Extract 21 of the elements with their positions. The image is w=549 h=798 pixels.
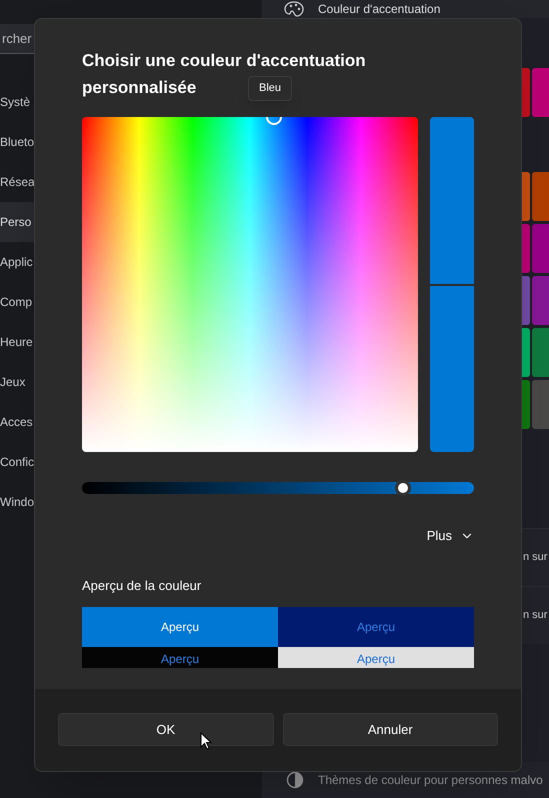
setting-description: Thèmes de couleur pour personnes malvo	[318, 772, 543, 789]
preview-tile: Aperçu	[82, 647, 278, 668]
dialog-title: Choisir une couleur d'accentuation	[82, 50, 366, 72]
preview-tile: Aperçu	[82, 607, 278, 647]
preview-heading: Aperçu de la couleur	[82, 576, 202, 595]
setting-label: n sur	[523, 550, 548, 566]
brightness-slider[interactable]	[82, 482, 474, 494]
section-title: Couleur d'accentuation	[318, 1, 440, 18]
preview-tile: Aperçu	[278, 607, 474, 647]
preview-tile: Aperçu	[278, 647, 474, 668]
mouse-pointer-icon	[200, 732, 212, 750]
slider-thumb[interactable]	[395, 480, 412, 496]
more-button[interactable]: Plus	[426, 526, 474, 546]
dialog-button[interactable]: OK	[58, 713, 274, 746]
setting-label: n sur	[523, 608, 548, 624]
color-spectrum[interactable]	[82, 117, 418, 452]
dialog-button[interactable]: Annuler	[282, 713, 498, 746]
contrast-icon	[286, 771, 304, 789]
dialog-title: personnalisée	[82, 77, 196, 99]
tooltip: Bleu	[248, 76, 292, 100]
palette-icon	[284, 1, 304, 17]
